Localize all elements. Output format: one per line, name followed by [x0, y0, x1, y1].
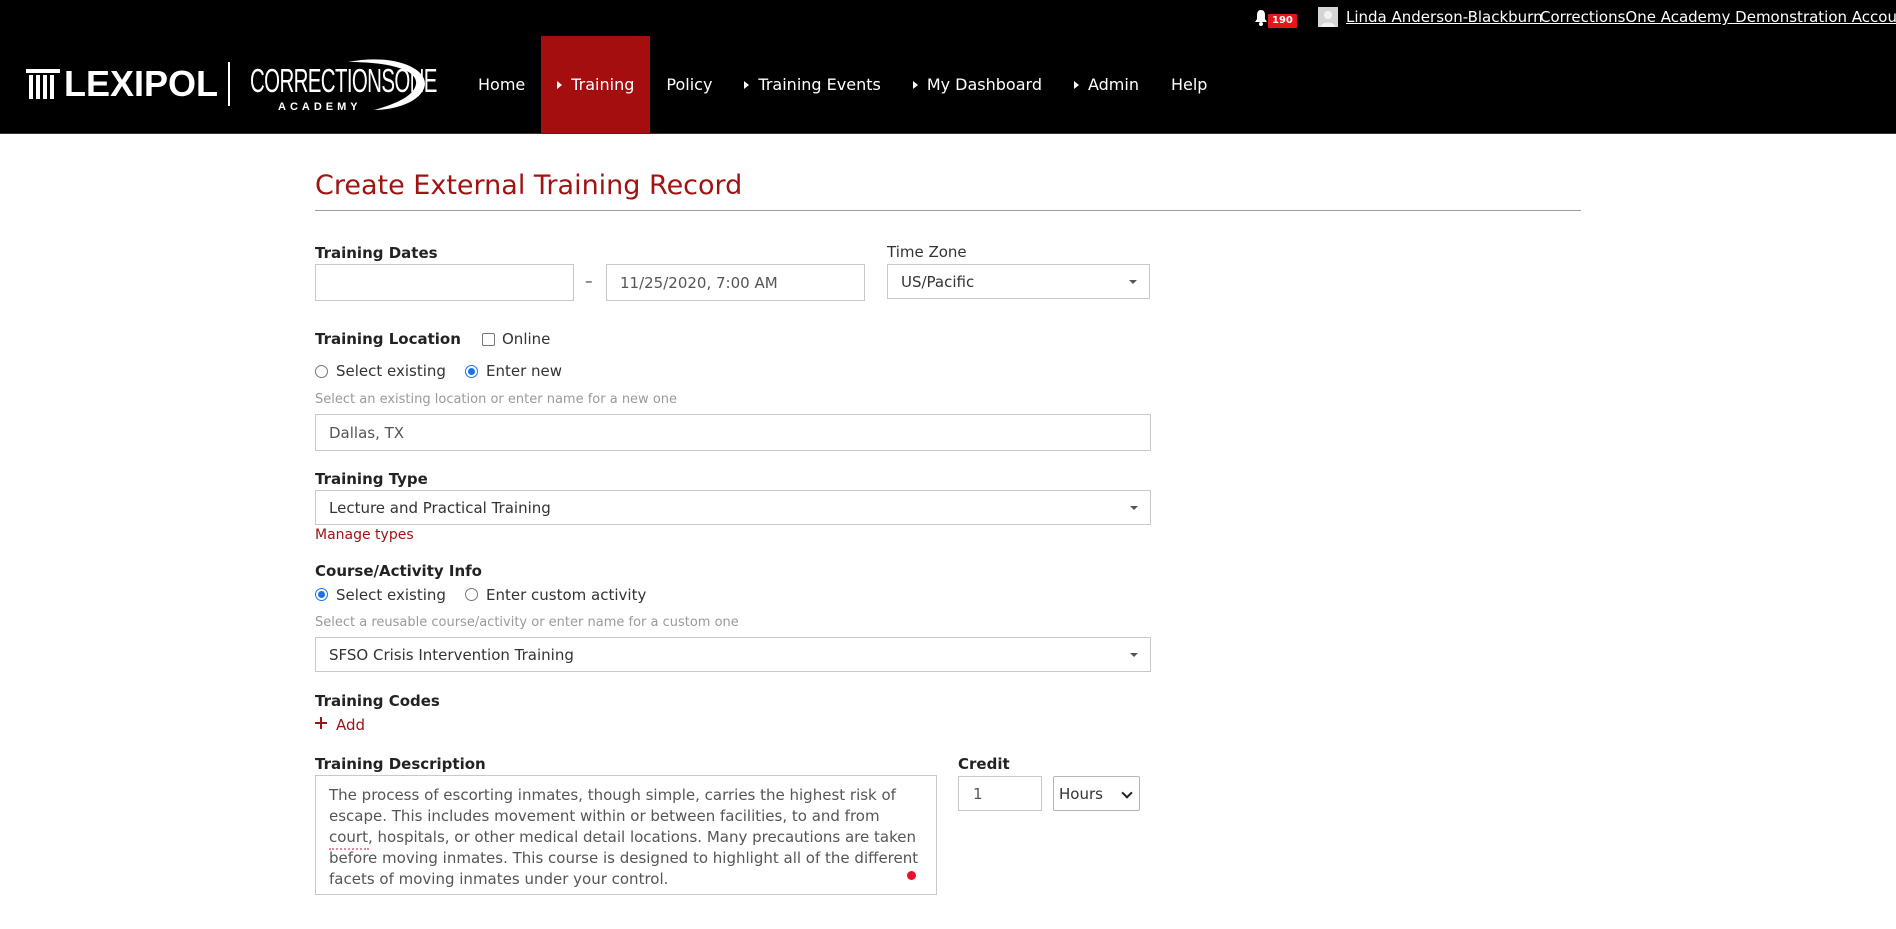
nav-item-policy[interactable]: Policy [650, 36, 728, 133]
user-name-link[interactable]: Linda Anderson-Blackburn [1346, 8, 1543, 26]
credit-input[interactable]: 1 [958, 776, 1042, 811]
location-select-existing-label[interactable]: Select existing [336, 362, 446, 380]
online-checkbox[interactable] [482, 333, 495, 346]
nav-item-admin[interactable]: Admin [1058, 36, 1155, 133]
manage-types-link[interactable]: Manage types [315, 527, 414, 543]
logo-divider [228, 62, 230, 106]
time-zone-value: US/Pacific [901, 272, 975, 291]
title-divider [315, 210, 1581, 211]
location-enter-new-radio[interactable] [465, 365, 478, 378]
plus-icon[interactable] [315, 717, 327, 729]
bell-icon[interactable] [1253, 9, 1269, 27]
nav-item-label: My Dashboard [926, 75, 1042, 94]
course-enter-custom-radio[interactable] [465, 588, 478, 601]
training-codes-label: Training Codes [315, 692, 440, 710]
caret-right-icon [744, 80, 750, 89]
nav-item-my-dashboard[interactable]: My Dashboard [897, 36, 1058, 133]
nav-item-label: Training [571, 75, 635, 94]
account-name-link[interactable]: CorrectionsOne Academy Demonstration Acc… [1540, 8, 1896, 26]
add-training-code-link[interactable]: Add [336, 716, 365, 734]
lexipol-wordmark: LEXIPOL [64, 63, 219, 104]
end-date-input[interactable]: 11/25/2020, 7:00 AM [606, 264, 865, 301]
nav-item-label: Policy [666, 75, 713, 94]
training-type-select[interactable]: Lecture and Practical Training [315, 490, 1151, 525]
training-location-label: Training Location [315, 330, 461, 348]
dropdown-arrow-icon [1130, 652, 1138, 657]
primary-nav: Home Training Policy Training Events My … [462, 36, 1223, 133]
caret-right-icon [1073, 80, 1079, 89]
nav-item-training-events[interactable]: Training Events [728, 36, 896, 133]
dropdown-arrow-icon [1130, 505, 1138, 510]
credit-label: Credit [958, 755, 1010, 773]
grammar-indicator-icon[interactable] [907, 871, 916, 880]
time-zone-label: Time Zone [887, 243, 967, 261]
caret-right-icon [912, 80, 918, 89]
course-select-existing-label[interactable]: Select existing [336, 586, 446, 604]
dropdown-arrow-icon [1129, 279, 1137, 284]
spellcheck-underline [329, 848, 369, 850]
training-description-label: Training Description [315, 755, 486, 773]
chevron-down-icon [1121, 787, 1133, 799]
nav-item-label: Admin [1087, 75, 1139, 94]
nav-item-label: Help [1170, 75, 1208, 94]
course-select-existing-radio[interactable] [315, 588, 328, 601]
date-range-separator: – [585, 272, 593, 290]
nav-item-training[interactable]: Training [541, 36, 651, 133]
location-select-existing-radio[interactable] [315, 365, 328, 378]
course-activity-label: Course/Activity Info [315, 562, 482, 580]
time-zone-select[interactable]: US/Pacific [887, 264, 1150, 299]
notification-count-badge[interactable]: 190 [1268, 14, 1297, 28]
course-enter-custom-label[interactable]: Enter custom activity [486, 586, 646, 604]
start-date-input[interactable] [315, 264, 574, 301]
credit-unit-select[interactable]: Hours [1053, 776, 1140, 811]
course-hint: Select a reusable course/activity or ent… [315, 615, 739, 630]
training-dates-label: Training Dates [315, 244, 438, 262]
nav-item-home[interactable]: Home [462, 36, 541, 133]
avatar[interactable] [1318, 7, 1338, 27]
training-type-value: Lecture and Practical Training [329, 498, 551, 517]
nav-item-label: Home [478, 75, 526, 94]
training-description-textarea[interactable]: The process of escorting inmates, though… [315, 775, 937, 895]
course-value: SFSO Crisis Intervention Training [329, 645, 574, 664]
location-input[interactable]: Dallas, TX [315, 414, 1151, 451]
credit-unit-value: Hours [1059, 784, 1103, 803]
page-title: Create External Training Record [315, 170, 743, 201]
lexipol-logo[interactable]: LEXIPOL [26, 62, 218, 106]
logo-swoosh-icon [348, 59, 425, 110]
caret-right-icon [557, 80, 563, 89]
location-enter-new-label[interactable]: Enter new [486, 362, 562, 380]
online-checkbox-label[interactable]: Online [502, 330, 550, 348]
pillar-icon [26, 69, 60, 99]
course-select[interactable]: SFSO Crisis Intervention Training [315, 637, 1151, 672]
training-type-label: Training Type [315, 470, 428, 488]
location-hint: Select an existing location or enter nam… [315, 392, 678, 407]
nav-item-help[interactable]: Help [1155, 36, 1223, 133]
nav-item-label: Training Events [758, 75, 881, 94]
